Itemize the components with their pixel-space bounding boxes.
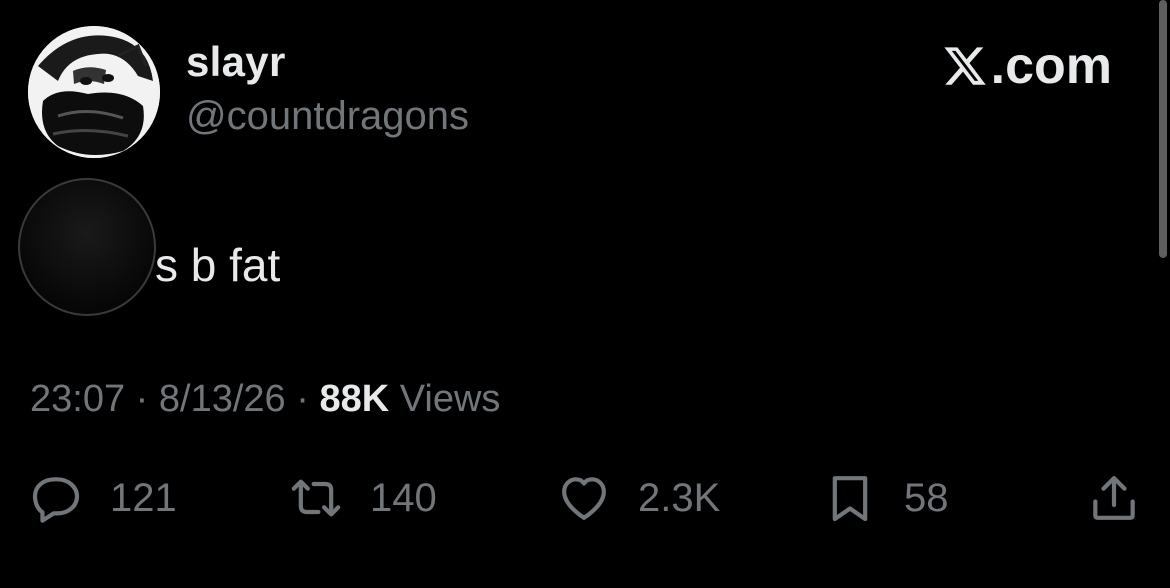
repost-icon xyxy=(291,479,341,517)
reply-icon xyxy=(32,477,80,523)
scrollbar[interactable] xyxy=(1159,0,1167,258)
display-name[interactable]: slayr xyxy=(186,38,286,86)
reply-button[interactable]: 121 xyxy=(28,470,177,526)
views-count: 88K xyxy=(319,378,390,420)
repost-button[interactable]: 140 xyxy=(288,470,437,526)
avatar-image xyxy=(28,26,160,158)
bookmark-icon xyxy=(832,476,868,522)
share-button[interactable] xyxy=(1086,470,1142,526)
brand-logo: .com xyxy=(941,36,1112,96)
meta-separator: · xyxy=(135,378,149,420)
tweet-time[interactable]: 23:07 xyxy=(30,378,125,420)
redaction-circle xyxy=(18,178,156,316)
bookmark-button[interactable]: 58 xyxy=(822,470,949,526)
repost-count: 140 xyxy=(370,475,437,520)
heart-icon xyxy=(562,477,606,520)
share-icon xyxy=(1093,476,1135,520)
like-button[interactable]: 2.3K xyxy=(556,470,720,526)
x-logo-icon xyxy=(944,47,986,85)
user-handle[interactable]: @countdragons xyxy=(186,94,469,139)
views-label: Views xyxy=(399,378,501,420)
like-count: 2.3K xyxy=(638,475,721,520)
meta-separator: · xyxy=(296,378,309,420)
reply-count: 121 xyxy=(110,475,177,520)
avatar[interactable] xyxy=(28,26,160,158)
bookmark-count: 58 xyxy=(904,475,949,520)
tweet-meta: 23:07 · 8/13/26 · 88K Views xyxy=(30,378,500,421)
action-bar: 121 140 2.3K 58 xyxy=(0,470,1170,530)
tweet-text: s b fat xyxy=(155,239,281,291)
tweet-date[interactable]: 8/13/26 xyxy=(159,378,286,420)
brand-logo-text: .com xyxy=(990,37,1112,95)
